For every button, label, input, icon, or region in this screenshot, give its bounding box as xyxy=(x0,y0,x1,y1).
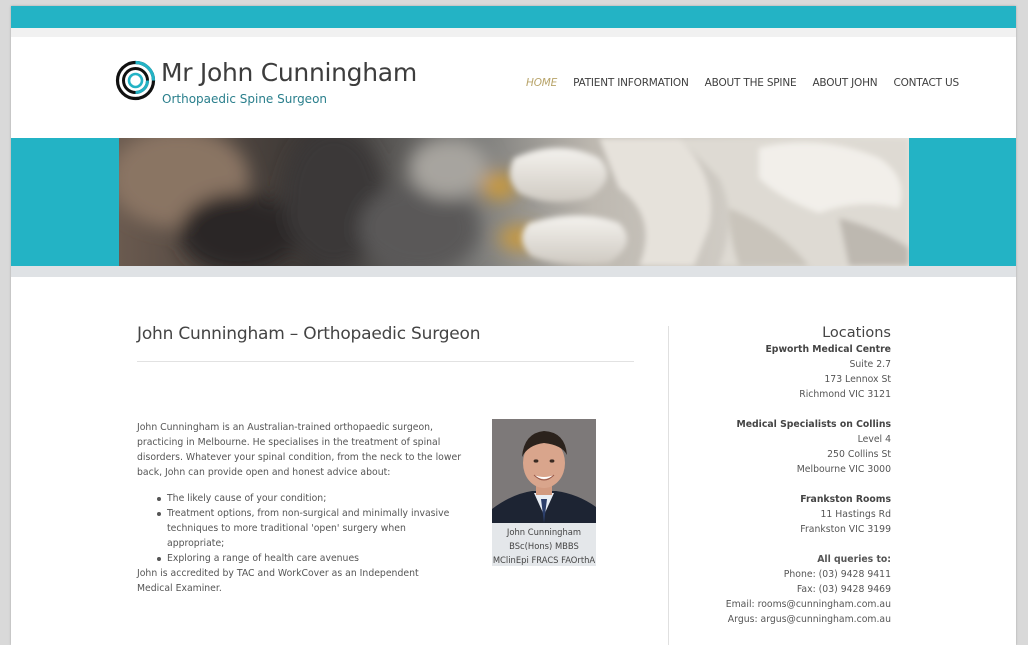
location-name: Medical Specialists on Collins xyxy=(736,419,891,430)
sidebar-divider xyxy=(668,326,669,645)
contact-email[interactable]: Email: rooms@cunningham.com.au xyxy=(701,597,891,612)
contact-argus: Argus: argus@cunningham.com.au xyxy=(727,614,891,625)
location-collins: Medical Specialists on Collins Level 4 2… xyxy=(701,417,891,477)
spine-banner-image xyxy=(119,138,909,266)
location-name: Epworth Medical Centre xyxy=(765,344,891,355)
list-item: Treatment options, from non-surgical and… xyxy=(157,506,457,551)
location-line: Suite 2.7 xyxy=(849,359,891,370)
list-item: Exploring a range of health care avenues xyxy=(157,551,457,566)
locations-heading: Locations xyxy=(822,325,891,341)
nav-item-about-the-spine[interactable]: ABOUT THE SPINE xyxy=(705,77,797,89)
main-nav: HOME PATIENT INFORMATION ABOUT THE SPINE… xyxy=(526,77,975,89)
location-name: Frankston Rooms xyxy=(800,494,891,505)
page-frame: Mr John Cunningham Orthopaedic Spine Sur… xyxy=(11,6,1016,645)
photo-caption-qualifications: BSc(Hons) MBBS xyxy=(509,541,579,551)
contact-queries: All queries to: Phone: (03) 9428 9411 Fa… xyxy=(701,552,891,627)
photo-caption-name: John Cunningham xyxy=(506,527,582,537)
contact-phone: Phone: (03) 9428 9411 xyxy=(783,569,891,580)
location-line: 11 Hastings Rd xyxy=(820,509,892,520)
location-line: Frankston VIC 3199 xyxy=(800,524,891,535)
location-epworth: Epworth Medical Centre Suite 2.7 173 Len… xyxy=(701,342,891,402)
concentric-circles-logo-icon[interactable] xyxy=(115,60,156,101)
advice-list: The likely cause of your condition; Trea… xyxy=(157,491,457,566)
photo-caption-fellowships: MClinEpi FRACS FAOrthA xyxy=(492,555,596,565)
location-frankston: Frankston Rooms 11 Hastings Rd Frankston… xyxy=(701,492,891,537)
nav-item-patient-information[interactable]: PATIENT INFORMATION xyxy=(573,77,689,89)
location-line: Level 4 xyxy=(857,434,891,445)
nav-item-home[interactable]: HOME xyxy=(526,77,557,89)
top-accent-sub-bar xyxy=(11,28,1016,37)
location-line: 250 Collins St xyxy=(827,449,891,460)
top-accent-bar xyxy=(11,6,1016,28)
surgeon-photo xyxy=(492,419,596,523)
intro-paragraph: John Cunningham is an Australian-trained… xyxy=(137,422,462,478)
contact-fax: Fax: (03) 9428 9469 xyxy=(796,584,891,595)
nav-item-about-john[interactable]: ABOUT JOHN xyxy=(812,77,877,89)
list-item: The likely cause of your condition; xyxy=(157,491,457,506)
location-line: Richmond VIC 3121 xyxy=(799,389,891,400)
location-line: Melbourne VIC 3000 xyxy=(796,464,891,475)
surgeon-photo-card: John Cunningham BSc(Hons) MBBS MClinEpi … xyxy=(492,419,596,566)
site-tagline: Orthopaedic Spine Surgeon xyxy=(162,92,328,106)
banner-bottom-band xyxy=(11,266,1016,277)
locations-sidebar: Locations Epworth Medical Centre Suite 2… xyxy=(701,324,891,627)
page-title: John Cunningham – Orthopaedic Surgeon xyxy=(137,324,481,344)
nav-item-contact-us: CONTACT US xyxy=(893,77,959,89)
location-line: 173 Lennox St xyxy=(824,374,891,385)
accreditation-paragraph: John is accredited by TAC and WorkCover … xyxy=(137,568,419,594)
photo-caption: John Cunningham BSc(Hons) MBBS MClinEpi … xyxy=(492,525,596,567)
site-title[interactable]: Mr John Cunningham xyxy=(161,58,417,87)
title-divider xyxy=(137,361,634,362)
queries-heading: All queries to: xyxy=(817,554,891,565)
